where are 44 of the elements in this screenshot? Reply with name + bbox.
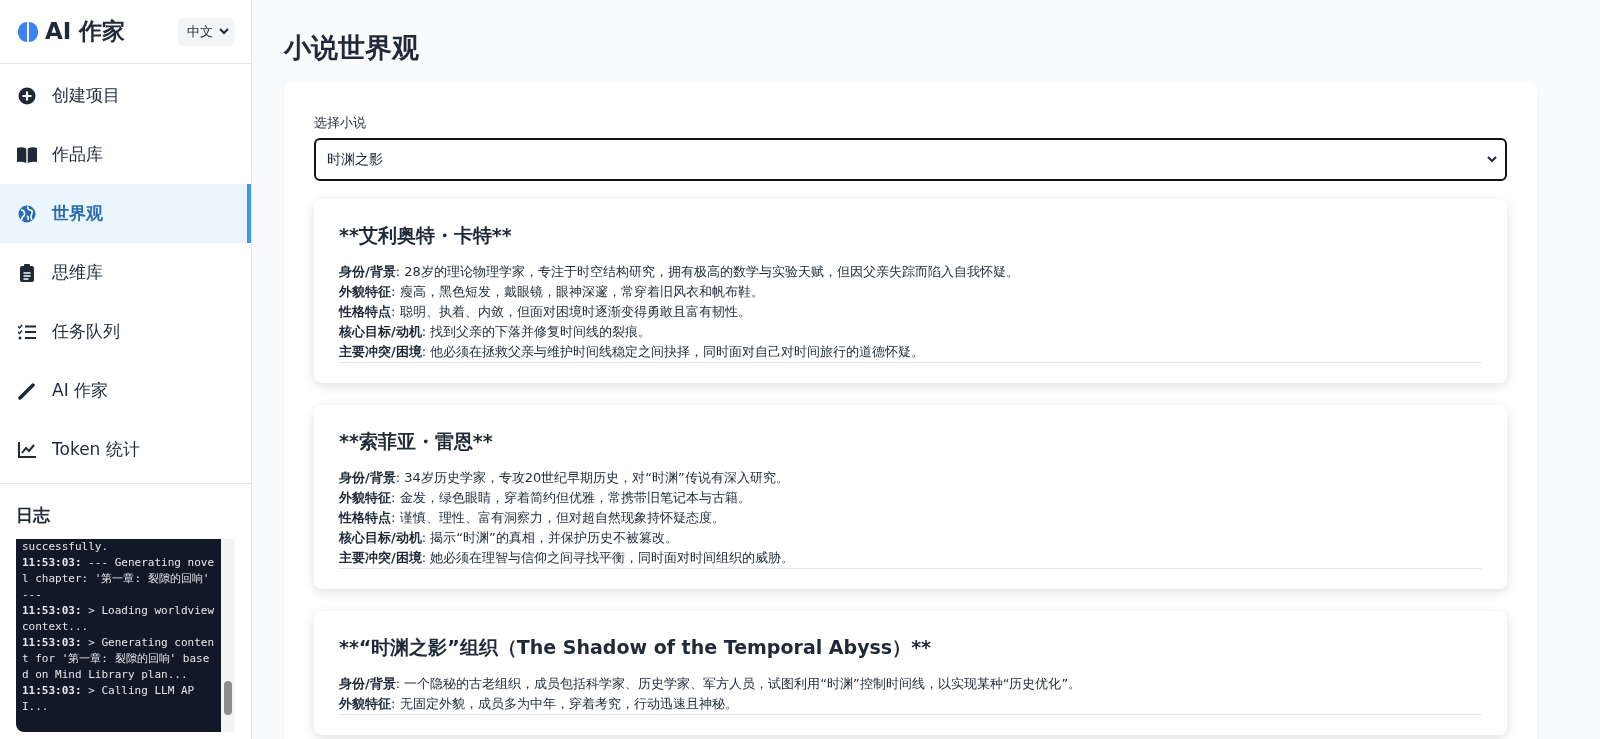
character-detail: 身份/背景: 一个隐秘的古老组织，成员包括科学家、历史学家、军方人员，试图利用“时渊”控制时间线，以实现某种“历史优化”。 [339, 675, 1083, 693]
novel-select[interactable]: 时渊之影 [314, 138, 1507, 181]
caret-icon [219, 28, 229, 35]
line-chart-icon [18, 441, 36, 458]
scrollbar[interactable] [221, 539, 235, 732]
checklist-icon [18, 323, 36, 340]
brain-icon [16, 19, 40, 44]
app-title: AI 作家 [45, 17, 126, 46]
nav-item[interactable]: AI 作家 [0, 361, 251, 420]
book-icon [17, 146, 37, 163]
caret-icon [1487, 156, 1497, 163]
character-name: **索菲亚・雷恩** [339, 429, 494, 454]
log-title: 日志 [16, 504, 51, 527]
character-detail: 身份/背景: 28岁的理论物理学家，专注于时空结构研究，拥有极高的数学与实验天赋，但因父亲失踪而陷入自我怀疑。 [339, 263, 1020, 281]
plus-circle-icon [18, 86, 36, 105]
character-detail: 外貌特征: 金发，绿色眼睛，穿着简约但优雅，常携带旧笔记本与古籍。 [339, 489, 752, 507]
nav-item[interactable]: 世界观 [0, 184, 251, 243]
character-detail: 主要冲突/困境: 他必须在拯救父亲与维护时间线稳定之间抉择，同时面对自己对时间旅行的道德怀疑。 [339, 343, 926, 361]
log-line: 11:53:03: > Generating content for '第一章: 裂隙的回响' based on Mind Library plan... [22, 635, 215, 683]
nav-item[interactable]: Token 统计 [0, 420, 251, 479]
nav-item[interactable]: 思维库 [0, 243, 251, 302]
character-detail: 性格特点: 聪明、执着、内敛，但面对困境时逐渐变得勇敢且富有韧性。 [339, 303, 752, 321]
language-select[interactable]: 中文 [178, 17, 235, 46]
character-detail: 核心目标/动机: 找到父亲的下落并修复时间线的裂痕。 [339, 323, 653, 341]
nav-item[interactable]: 创建项目 [0, 66, 251, 125]
field-label: 选择小说 [314, 114, 366, 132]
log-line: 11:53:03: > Loading worldview context... [22, 603, 215, 635]
character-detail: 身份/背景: 34岁历史学家，专攻20世纪早期历史，对“时渊”传说有深入研究。 [339, 469, 790, 487]
character-detail: 外貌特征: 瘦高，黑色短发，戴眼镜，眼神深邃，常穿着旧风衣和帆布鞋。 [339, 283, 765, 301]
log-line: 11:53:03: > Calling LLM API... [22, 683, 196, 715]
nav-item[interactable]: 作品库 [0, 125, 251, 184]
character-name: **“时渊之影”组织（The Shadow of the Temporal Abyss）** [339, 635, 932, 660]
character-name: **艾利奥特・卡特** [339, 223, 513, 248]
nav-item[interactable]: 任务队列 [0, 302, 251, 361]
character-detail: 外貌特征: 无固定外貌，成员多为中年，穿着考究，行动迅速且神秘。 [339, 695, 739, 713]
page-title: 小说世界观 [284, 31, 420, 65]
pen-icon [18, 381, 36, 400]
character-detail: 主要冲突/困境: 她必须在理智与信仰之间寻找平衡，同时面对时间组织的威胁。 [339, 549, 796, 567]
character-detail: 性格特点: 谨慎、理性、富有洞察力，但对超自然现象持怀疑态度。 [339, 509, 726, 527]
clipboard-icon [20, 263, 34, 282]
log-line: successfully. [22, 539, 110, 555]
log-line: 11:53:03: --- Generating novel chapter: '第一章: 裂隙的回响' --- [22, 555, 215, 603]
globe-icon [18, 204, 36, 223]
character-detail: 核心目标/动机: 揭示“时渊”的真相，并保护历史不被篡改。 [339, 529, 679, 547]
